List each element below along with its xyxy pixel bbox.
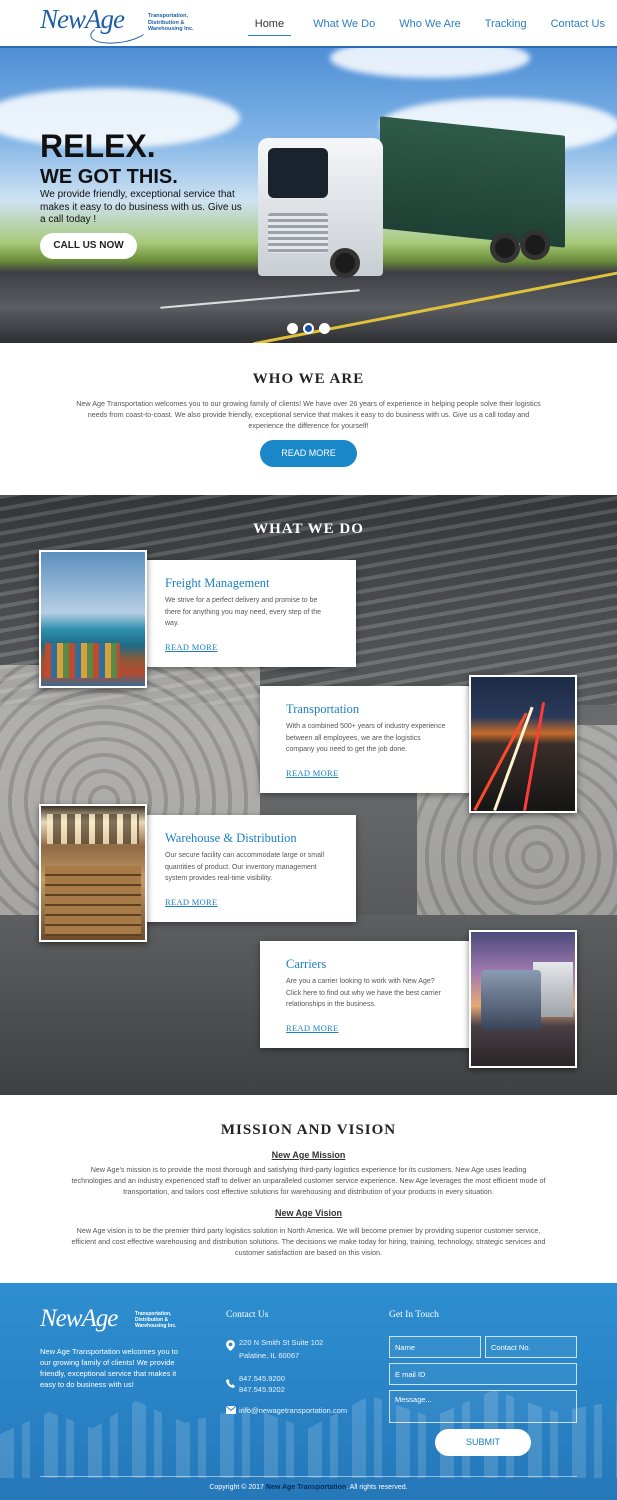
freight-photo — [39, 550, 147, 688]
nav-who-we-are[interactable]: Who We Are — [387, 0, 473, 36]
truck-wheel — [520, 230, 550, 260]
vision-text: New Age vision is to be the premier thir… — [71, 1226, 546, 1257]
footer-contact-heading: Contact Us — [226, 1310, 269, 1320]
hero-title: RELEX. — [40, 128, 156, 164]
service-card-carriers: Carriers Are you a carrier looking to wo… — [260, 941, 476, 1048]
copyright: Copyright © 2017 New Age Transportation.… — [0, 1484, 617, 1491]
map-pin-icon — [226, 1340, 236, 1351]
service-card-text: Our secure facility can accommodate larg… — [165, 852, 325, 882]
hero-subtitle: WE GOT THIS. — [40, 166, 178, 188]
who-we-are-text: New Age Transportation welcomes you to o… — [76, 399, 541, 430]
service-card-title: Carriers — [286, 957, 327, 971]
ceiling-lights — [47, 814, 139, 844]
mission-vision-title: MISSION AND VISION — [220, 1122, 397, 1138]
mission-text: New Age's mission is to provide the most… — [71, 1165, 546, 1196]
road-marking — [160, 289, 360, 309]
who-read-more-button[interactable]: READ MORE — [260, 440, 357, 467]
submit-button[interactable]: SUBMIT — [435, 1429, 531, 1456]
call-us-now-button[interactable]: CALL US NOW — [40, 233, 137, 259]
phone-icon — [226, 1379, 236, 1389]
contact-number-field[interactable] — [485, 1336, 577, 1358]
warehouse-shelves — [45, 866, 141, 936]
nav-contact-us[interactable]: Contact Us — [539, 0, 617, 36]
email-link[interactable]: info@newagetransportation.com — [239, 1405, 347, 1416]
email-field[interactable] — [389, 1363, 577, 1385]
footer-divider — [40, 1476, 577, 1477]
carriers-photo — [469, 930, 577, 1068]
truck-window — [268, 148, 328, 198]
truck-trailer-image — [380, 116, 565, 248]
truck-cab — [481, 970, 541, 1030]
slider-dot[interactable] — [319, 323, 330, 334]
truck-wheel — [490, 233, 520, 263]
what-we-do-title: WHAT WE DO — [253, 521, 364, 537]
truck-grill — [268, 213, 328, 253]
container-stack — [45, 643, 120, 678]
service-card-read-more[interactable]: READ MORE — [165, 897, 218, 907]
vision-heading: New Age Vision — [274, 1208, 343, 1218]
site-footer: NewAge Transportation, Distribution & Wa… — [0, 1283, 617, 1500]
slider-dot-active[interactable] — [303, 323, 314, 334]
service-card-text: With a combined 500+ years of industry e… — [286, 723, 446, 753]
what-we-do-section: WHAT WE DO Freight Management We strive … — [0, 495, 617, 1095]
logo-tagline: Transportation, Distribution & Warehousi… — [148, 13, 194, 32]
service-card-title: Warehouse & Distribution — [165, 831, 297, 845]
slider-dots — [287, 323, 330, 334]
footer-about-text: New Age Transportation welcomes you to o… — [40, 1347, 178, 1389]
hero-text: We provide friendly, exceptional service… — [40, 189, 242, 225]
service-card-warehouse: Warehouse & Distribution Our secure faci… — [140, 815, 356, 922]
slider-dot[interactable] — [287, 323, 298, 334]
footer-logo[interactable]: NewAge Transportation, Distribution & Wa… — [40, 1305, 176, 1333]
phone-1[interactable]: 847.545.9200 — [239, 1373, 285, 1384]
message-field[interactable] — [389, 1390, 577, 1423]
hero-cloud — [330, 48, 530, 78]
footer-logo-tagline: Transportation, Distribution & Warehousi… — [135, 1311, 177, 1329]
copyright-suffix: . All rights reserved. — [346, 1484, 408, 1491]
email-icon — [225, 1405, 237, 1416]
nav-home[interactable]: Home — [247, 0, 292, 36]
warehouse-photo — [39, 804, 147, 942]
service-card-text: Are you a carrier looking to work with N… — [286, 978, 441, 1008]
service-card-title: Transportation — [286, 702, 360, 716]
site-header: NewAge Transportation, Distribution & Wa… — [0, 0, 617, 48]
service-card-read-more[interactable]: READ MORE — [286, 768, 339, 778]
service-card-text: We strive for a perfect delivery and pro… — [165, 597, 322, 627]
address-line-1: 220 N Smith St Suite 102 — [239, 1338, 324, 1347]
service-card-freight: Freight Management We strive for a perfe… — [140, 560, 356, 667]
service-card-title: Freight Management — [165, 576, 270, 590]
nav-what-we-do[interactable]: What We Do — [301, 0, 387, 36]
who-we-are-title: WHO WE ARE — [252, 371, 365, 387]
footer-logo-wordmark: NewAge — [40, 1305, 118, 1332]
copyright-brand-link[interactable]: New Age Transportation — [266, 1484, 346, 1491]
mission-vision-section: MISSION AND VISION New Age Mission New A… — [0, 1095, 617, 1283]
main-nav: Home What We Do Who We Are Tracking Cont… — [236, 0, 617, 48]
name-field[interactable] — [389, 1336, 481, 1358]
phone-2[interactable]: 847.545.9202 — [239, 1384, 285, 1395]
transportation-photo — [469, 675, 577, 813]
service-card-read-more[interactable]: READ MORE — [286, 1023, 339, 1033]
service-card-transportation: Transportation With a combined 500+ year… — [260, 686, 476, 793]
who-we-are-section: WHO WE ARE New Age Transportation welcom… — [0, 343, 617, 495]
nav-tracking[interactable]: Tracking — [473, 0, 539, 36]
address-line-2: Palatine, IL 60067 — [239, 1351, 300, 1360]
mission-heading: New Age Mission — [271, 1150, 346, 1160]
footer-form-heading: Get In Touch — [389, 1310, 439, 1320]
service-card-read-more[interactable]: READ MORE — [165, 642, 218, 652]
truck-wheel — [330, 248, 360, 278]
copyright-prefix: Copyright © 2017 — [209, 1484, 264, 1491]
hero-slider: RELEX. WE GOT THIS. We provide friendly,… — [0, 48, 617, 343]
